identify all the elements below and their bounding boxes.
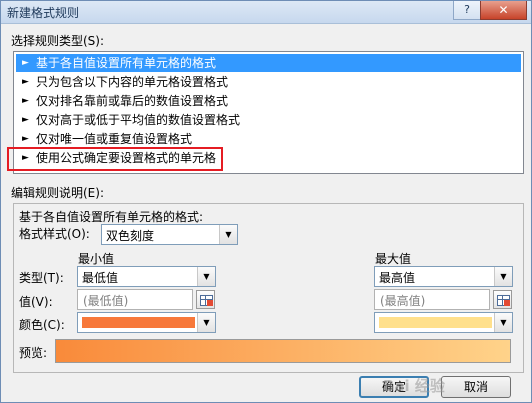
arrow-right-icon: ► xyxy=(22,96,29,106)
rule-desc-label: 编辑规则说明(E): xyxy=(11,186,104,200)
rule-type-item-top-bottom[interactable]: ► 仅对排名靠前或靠后的数值设置格式 xyxy=(16,92,521,110)
min-color-picker[interactable]: ▼ xyxy=(77,312,216,333)
max-color-picker[interactable]: ▼ xyxy=(374,312,513,333)
max-color-swatch xyxy=(379,317,492,328)
max-value-input[interactable]: (最高值) xyxy=(374,289,490,310)
max-type-value: 最高值 xyxy=(379,271,416,285)
max-header: 最大值 xyxy=(375,252,412,266)
rule-type-item-average[interactable]: ► 仅对高于或低于平均值的数值设置格式 xyxy=(16,111,521,129)
min-value-placeholder: (最低值) xyxy=(83,294,129,308)
range-select-icon-marker xyxy=(207,300,213,306)
format-style-value: 双色刻度 xyxy=(106,229,155,243)
min-header: 最小值 xyxy=(78,252,115,266)
max-value-placeholder: (最高值) xyxy=(380,294,426,308)
chevron-down-icon[interactable]: ▼ xyxy=(197,267,215,286)
max-range-select-button[interactable] xyxy=(493,290,512,309)
new-formatting-rule-dialog: 新建格式规则 ? ✕ 选择规则类型(S): ► 基于各自值设置所有单元格的格式 … xyxy=(0,0,532,403)
chevron-down-icon[interactable]: ▼ xyxy=(219,225,237,244)
type-label: 类型(T): xyxy=(19,271,64,285)
rule-type-label: 选择规则类型(S): xyxy=(11,34,105,48)
range-select-icon-marker xyxy=(504,300,510,306)
arrow-right-icon: ► xyxy=(22,58,29,68)
min-color-swatch xyxy=(82,317,195,328)
rule-desc-heading: 基于各自值设置所有单元格的格式: xyxy=(19,210,204,224)
value-label: 值(V): xyxy=(19,295,53,309)
watermark-logo: Bai 经验 xyxy=(383,377,445,395)
rule-type-item-contains[interactable]: ► 只为包含以下内容的单元格设置格式 xyxy=(16,73,521,91)
arrow-right-icon: ► xyxy=(22,134,29,144)
rule-type-item-label: 基于各自值设置所有单元格的格式 xyxy=(36,56,217,70)
rule-type-item-label: 只为包含以下内容的单元格设置格式 xyxy=(36,75,229,89)
title-bar: 新建格式规则 ? ✕ xyxy=(1,1,531,24)
window-title: 新建格式规则 xyxy=(7,6,80,20)
rule-type-item-label: 仅对排名靠前或靠后的数值设置格式 xyxy=(36,94,229,108)
chevron-down-icon[interactable]: ▼ xyxy=(494,313,512,332)
chevron-down-icon[interactable]: ▼ xyxy=(197,313,215,332)
min-value-input[interactable]: (最低值) xyxy=(77,289,193,310)
arrow-right-icon: ► xyxy=(22,115,29,125)
rule-type-item-label: 仅对高于或低于平均值的数值设置格式 xyxy=(36,113,241,127)
formula-item-highlight xyxy=(7,147,223,171)
format-style-label: 格式样式(O): xyxy=(19,227,90,241)
color-scale-preview xyxy=(55,339,511,363)
max-type-select[interactable]: 最高值 ▼ xyxy=(374,266,513,287)
arrow-right-icon: ► xyxy=(22,77,29,87)
rule-type-item-label: 仅对唯一值或重复值设置格式 xyxy=(36,132,193,146)
preview-label: 预览: xyxy=(19,346,48,360)
help-button[interactable]: ? xyxy=(453,1,481,20)
color-label: 颜色(C): xyxy=(19,318,65,332)
min-range-select-button[interactable] xyxy=(196,290,215,309)
rule-type-item-unique-duplicate[interactable]: ► 仅对唯一值或重复值设置格式 xyxy=(16,130,521,148)
close-button[interactable]: ✕ xyxy=(480,1,527,20)
min-type-select[interactable]: 最低值 ▼ xyxy=(77,266,216,287)
rule-type-item-each-value[interactable]: ► 基于各自值设置所有单元格的格式 xyxy=(16,54,521,72)
chevron-down-icon[interactable]: ▼ xyxy=(494,267,512,286)
min-type-value: 最低值 xyxy=(82,271,119,285)
format-style-select[interactable]: 双色刻度 ▼ xyxy=(101,224,238,245)
